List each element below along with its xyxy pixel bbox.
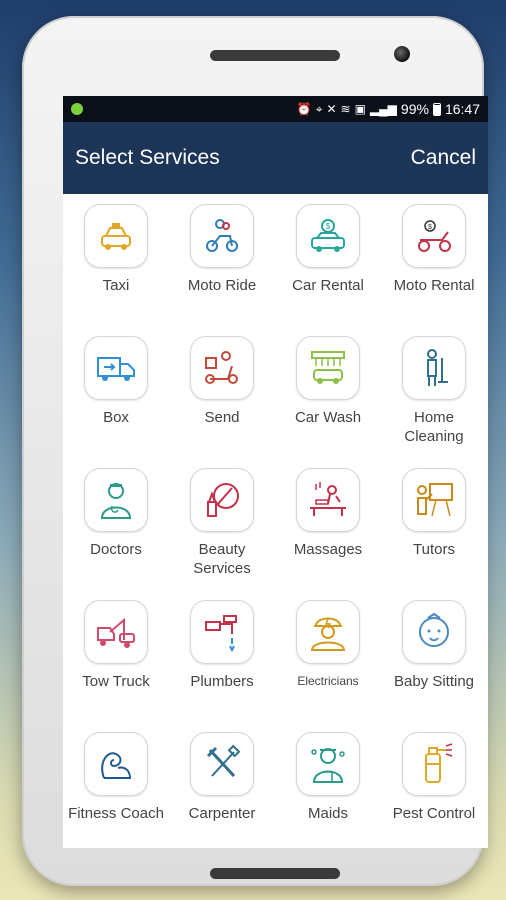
wifi-icon: ≋ — [340, 102, 351, 116]
electrician-icon[interactable] — [296, 600, 360, 664]
svg-text:$: $ — [428, 224, 432, 231]
app-bar: Select Services Cancel — [63, 122, 488, 194]
service-tile[interactable]: $ Moto Rental — [381, 204, 487, 336]
status-bar: ⏰ ⌖ ✕ ≋ ▣ ▂▄▆ 99% 16:47 — [63, 96, 488, 122]
beauty-icon[interactable] — [190, 468, 254, 532]
service-label: Baby Sitting — [393, 673, 475, 690]
service-tile[interactable]: Moto Ride — [169, 204, 275, 336]
service-tile[interactable]: Box — [63, 336, 169, 468]
service-tile[interactable]: Fitness Coach — [63, 732, 169, 848]
baby-icon[interactable] — [402, 600, 466, 664]
service-tile[interactable]: Pest Control — [381, 732, 487, 848]
carpenter-icon[interactable] — [190, 732, 254, 796]
doctor-icon[interactable] — [84, 468, 148, 532]
service-label: Home Cleaning — [404, 409, 464, 445]
svg-text:$: $ — [326, 222, 331, 231]
service-label: Maids — [307, 805, 348, 822]
service-tile[interactable]: Taxi — [63, 204, 169, 336]
phone-frame: ⏰ ⌖ ✕ ≋ ▣ ▂▄▆ 99% 16:47 Select Services … — [22, 16, 488, 886]
clock: 16:47 — [444, 101, 480, 117]
pest-control-icon[interactable] — [402, 732, 466, 796]
screen: ⏰ ⌖ ✕ ≋ ▣ ▂▄▆ 99% 16:47 Select Services … — [63, 96, 488, 848]
alarm-icon: ⏰ — [296, 102, 312, 116]
car-wash-icon[interactable] — [296, 336, 360, 400]
battery-percent: 99% — [400, 101, 429, 117]
tutor-icon[interactable] — [402, 468, 466, 532]
maid-icon[interactable] — [296, 732, 360, 796]
moto-ride-icon[interactable] — [190, 204, 254, 268]
front-camera — [394, 46, 410, 62]
bottom-speaker — [210, 868, 340, 879]
service-label: Fitness Coach — [68, 805, 164, 822]
cancel-button[interactable]: Cancel — [411, 146, 476, 170]
taxi-icon[interactable] — [84, 204, 148, 268]
service-tile[interactable]: Electricians — [275, 600, 381, 732]
service-tile[interactable]: Massages — [275, 468, 381, 600]
service-tile[interactable]: Carpenter — [169, 732, 275, 848]
service-tile[interactable]: Send — [169, 336, 275, 468]
tow-truck-icon[interactable] — [84, 600, 148, 664]
box-truck-icon[interactable] — [84, 336, 148, 400]
service-tile[interactable]: Home Cleaning — [381, 336, 487, 468]
service-tile[interactable]: Maids — [275, 732, 381, 848]
service-tile[interactable]: Tow Truck — [63, 600, 169, 732]
service-label: Electricians — [297, 674, 359, 688]
service-label: Massages — [293, 541, 363, 558]
service-label: Moto Ride — [187, 277, 257, 294]
moto-rental-icon[interactable]: $ — [402, 204, 466, 268]
service-tile[interactable]: Tutors — [381, 468, 487, 600]
fitness-icon[interactable] — [84, 732, 148, 796]
service-label: Pest Control — [392, 805, 476, 822]
service-label: Tow Truck — [82, 673, 150, 690]
service-tile[interactable]: Plumbers — [169, 600, 275, 732]
car-rental-icon[interactable]: $ — [296, 204, 360, 268]
location-icon: ⌖ — [315, 102, 323, 116]
service-tile[interactable]: $ Car Rental — [275, 204, 381, 336]
service-label: Carpenter — [188, 805, 256, 822]
home-cleaning-icon[interactable] — [402, 336, 466, 400]
signal-icon: ▂▄▆ — [369, 102, 397, 116]
service-label: Car Rental — [292, 277, 364, 294]
service-label: Beauty Services — [193, 541, 251, 577]
service-tile[interactable]: Car Wash — [275, 336, 381, 468]
battery-icon — [432, 102, 441, 116]
earpiece-speaker — [210, 50, 340, 61]
plumber-icon[interactable] — [190, 600, 254, 664]
notification-icon — [71, 103, 83, 115]
service-label: Plumbers — [190, 673, 254, 690]
service-tile[interactable]: Beauty Services — [169, 468, 275, 600]
service-label: Doctors — [90, 541, 142, 558]
service-label: Send — [204, 409, 240, 426]
service-tile[interactable]: Baby Sitting — [381, 600, 487, 732]
service-label: Tutors — [413, 541, 455, 558]
massage-icon[interactable] — [296, 468, 360, 532]
mute-icon: ✕ — [326, 102, 337, 116]
service-label: Box — [103, 409, 129, 426]
service-label: Moto Rental — [393, 277, 475, 294]
delivery-scooter-icon[interactable] — [190, 336, 254, 400]
page-title: Select Services — [75, 146, 220, 169]
service-tile[interactable]: Doctors — [63, 468, 169, 600]
services-grid: Taxi Moto Ride $ Car Rental $ Moto Rental Box S… — [63, 194, 488, 848]
service-label: Taxi — [102, 277, 130, 294]
service-label: Car Wash — [294, 409, 362, 426]
sim-icon: ▣ — [354, 102, 366, 116]
